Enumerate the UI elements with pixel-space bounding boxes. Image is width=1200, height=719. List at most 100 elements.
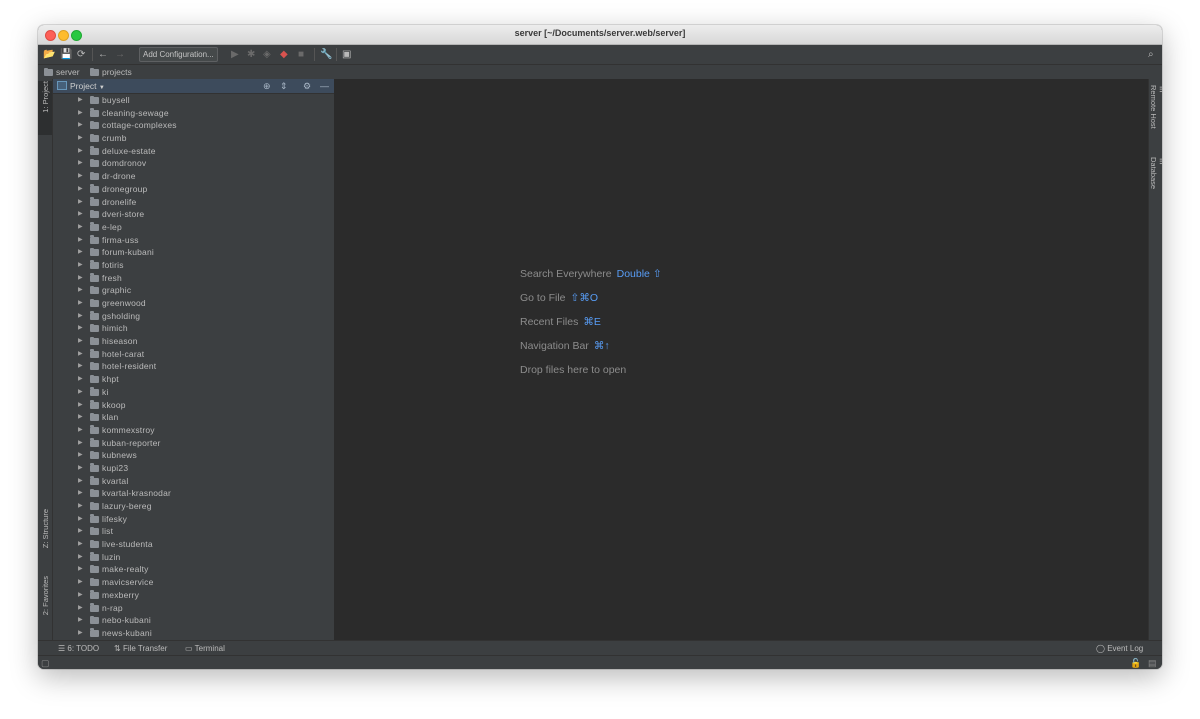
tab-project[interactable]: 1: Project <box>38 81 52 135</box>
expand-arrow-icon[interactable]: ▶ <box>78 589 83 602</box>
tree-folder-row[interactable]: ▶ deluxe-estate <box>53 145 334 158</box>
tree-folder-row[interactable]: ▶ forum-kubani <box>53 246 334 259</box>
tree-folder-row[interactable]: ▶ dronelife <box>53 196 334 209</box>
expand-arrow-icon[interactable]: ▶ <box>78 208 83 221</box>
expand-arrow-icon[interactable]: ▶ <box>78 487 83 500</box>
tab-event-log[interactable]: ◯ Event Log <box>1096 643 1143 654</box>
tree-folder-row[interactable]: ▶ list <box>53 525 334 538</box>
tree-folder-row[interactable]: ▶ hiseason <box>53 335 334 348</box>
tree-folder-row[interactable]: ▶ ki <box>53 386 334 399</box>
tree-folder-row[interactable]: ▶ cleaning-sewage <box>53 107 334 120</box>
expand-arrow-icon[interactable]: ▶ <box>78 602 83 615</box>
tree-folder-row[interactable]: ▶ hotel-resident <box>53 360 334 373</box>
save-icon[interactable]: 💾 <box>60 48 72 61</box>
breadcrumb-item-projects[interactable]: projects <box>90 66 132 78</box>
expand-arrow-icon[interactable]: ▶ <box>78 475 83 488</box>
trash-icon[interactable]: ▤ <box>1148 657 1157 669</box>
expand-arrow-icon[interactable]: ▶ <box>78 246 83 259</box>
expand-arrow-icon[interactable]: ▶ <box>78 132 83 145</box>
expand-arrow-icon[interactable]: ▶ <box>78 221 83 234</box>
open-folder-icon[interactable]: 📂 <box>43 48 55 61</box>
expand-arrow-icon[interactable]: ▶ <box>78 259 83 272</box>
editor-area[interactable]: Search Everywhere Double ⇧ Go to File ⇧⌘O … <box>335 79 1148 640</box>
tree-folder-row[interactable]: ▶ kkoop <box>53 399 334 412</box>
gear-icon[interactable]: ⚙ <box>303 80 311 92</box>
expand-arrow-icon[interactable]: ▶ <box>78 449 83 462</box>
expand-arrow-icon[interactable]: ▶ <box>78 525 83 538</box>
stop-icon[interactable]: ■ <box>298 48 304 61</box>
expand-arrow-icon[interactable]: ▶ <box>78 551 83 564</box>
tree-folder-row[interactable]: ▶ mexberry <box>53 589 334 602</box>
breadcrumb-item-server[interactable]: server <box>44 66 80 78</box>
tree-folder-row[interactable]: ▶ kommexstroy <box>53 424 334 437</box>
coverage-icon[interactable]: ◈ <box>263 48 271 61</box>
tree-folder-row[interactable]: ▶ buysell <box>53 94 334 107</box>
expand-arrow-icon[interactable]: ▶ <box>78 272 83 285</box>
expand-arrow-icon[interactable]: ▶ <box>78 386 83 399</box>
expand-arrow-icon[interactable]: ▶ <box>78 563 83 576</box>
tree-folder-row[interactable]: ▶ e-lep <box>53 221 334 234</box>
tree-folder-row[interactable]: ▶ mavicservice <box>53 576 334 589</box>
tree-folder-row[interactable]: ▶ live-studenta <box>53 538 334 551</box>
expand-arrow-icon[interactable]: ▶ <box>78 437 83 450</box>
tree-folder-row[interactable]: ▶ klan <box>53 411 334 424</box>
tree-folder-row[interactable]: ▶ dronegroup <box>53 183 334 196</box>
tree-folder-row[interactable]: ▶ gsholding <box>53 310 334 323</box>
tree-folder-row[interactable]: ▶ dveri-store <box>53 208 334 221</box>
expand-arrow-icon[interactable]: ▶ <box>78 297 83 310</box>
expand-arrow-icon[interactable]: ▶ <box>78 310 83 323</box>
tab-favorites[interactable]: 2: Favorites <box>38 576 52 636</box>
run-icon[interactable]: ▶ <box>231 48 239 61</box>
expand-arrow-icon[interactable]: ▶ <box>78 145 83 158</box>
hide-panel-icon[interactable]: — <box>320 80 329 92</box>
forward-arrow-icon[interactable]: → <box>115 48 125 61</box>
tree-folder-row[interactable]: ▶ lazury-bereg <box>53 500 334 513</box>
expand-arrow-icon[interactable]: ▶ <box>78 335 83 348</box>
expand-arrow-icon[interactable]: ▶ <box>78 183 83 196</box>
project-structure-icon[interactable]: ▣ <box>342 48 351 61</box>
tree-folder-row[interactable]: ▶ cottage-complexes <box>53 119 334 132</box>
expand-arrow-icon[interactable]: ▶ <box>78 284 83 297</box>
tree-folder-row[interactable]: ▶ kuban-reporter <box>53 437 334 450</box>
tree-folder-row[interactable]: ▶ fresh <box>53 272 334 285</box>
sync-icon[interactable]: ⟳ <box>77 48 85 61</box>
tree-folder-row[interactable]: ▶ graphic <box>53 284 334 297</box>
expand-arrow-icon[interactable]: ▶ <box>78 119 83 132</box>
tree-folder-row[interactable]: ▶ hotel-carat <box>53 348 334 361</box>
project-view-selector[interactable]: Project ▼ <box>57 80 105 94</box>
search-icon[interactable]: ⌕ <box>1148 48 1154 61</box>
debug-icon[interactable]: ✱ <box>247 48 255 61</box>
tab-todo[interactable]: ☰ 6: TODO <box>58 643 99 654</box>
expand-arrow-icon[interactable]: ▶ <box>78 107 83 120</box>
expand-arrow-icon[interactable]: ▶ <box>78 627 83 640</box>
expand-arrow-icon[interactable]: ▶ <box>78 322 83 335</box>
tree-folder-row[interactable]: ▶ kvartal-krasnodar <box>53 487 334 500</box>
expand-arrow-icon[interactable]: ▶ <box>78 614 83 627</box>
tree-folder-row[interactable]: ▶ lifesky <box>53 513 334 526</box>
tree-folder-row[interactable]: ▶ himich <box>53 322 334 335</box>
expand-arrow-icon[interactable]: ▶ <box>78 157 83 170</box>
tree-folder-row[interactable]: ▶ firma-uss <box>53 234 334 247</box>
tree-folder-row[interactable]: ▶ crumb <box>53 132 334 145</box>
tab-structure[interactable]: Z: Structure <box>38 509 52 567</box>
tree-folder-row[interactable]: ▶ greenwood <box>53 297 334 310</box>
tab-remote-host[interactable]: ☰ Remote Host <box>1149 85 1162 145</box>
expand-arrow-icon[interactable]: ▶ <box>78 348 83 361</box>
expand-arrow-icon[interactable]: ▶ <box>78 513 83 526</box>
toggle-tool-windows-icon[interactable]: ▢ <box>41 657 50 669</box>
expand-arrow-icon[interactable]: ▶ <box>78 399 83 412</box>
lock-icon[interactable]: 🔓 <box>1130 657 1141 669</box>
expand-arrow-icon[interactable]: ▶ <box>78 411 83 424</box>
tree-folder-row[interactable]: ▶ make-realty <box>53 563 334 576</box>
locate-icon[interactable]: ⊕ <box>263 80 271 92</box>
tree-folder-row[interactable]: ▶ dr-drone <box>53 170 334 183</box>
tree-folder-row[interactable]: ▶ khpt <box>53 373 334 386</box>
tree-folder-row[interactable]: ▶ n-rap <box>53 602 334 615</box>
tab-database[interactable]: ☰ Database <box>1149 157 1162 205</box>
expand-arrow-icon[interactable]: ▶ <box>78 462 83 475</box>
expand-arrow-icon[interactable]: ▶ <box>78 424 83 437</box>
tab-terminal[interactable]: ▭ Terminal <box>185 643 225 654</box>
expand-arrow-icon[interactable]: ▶ <box>78 538 83 551</box>
back-arrow-icon[interactable]: ← <box>98 48 108 61</box>
expand-arrow-icon[interactable]: ▶ <box>78 234 83 247</box>
